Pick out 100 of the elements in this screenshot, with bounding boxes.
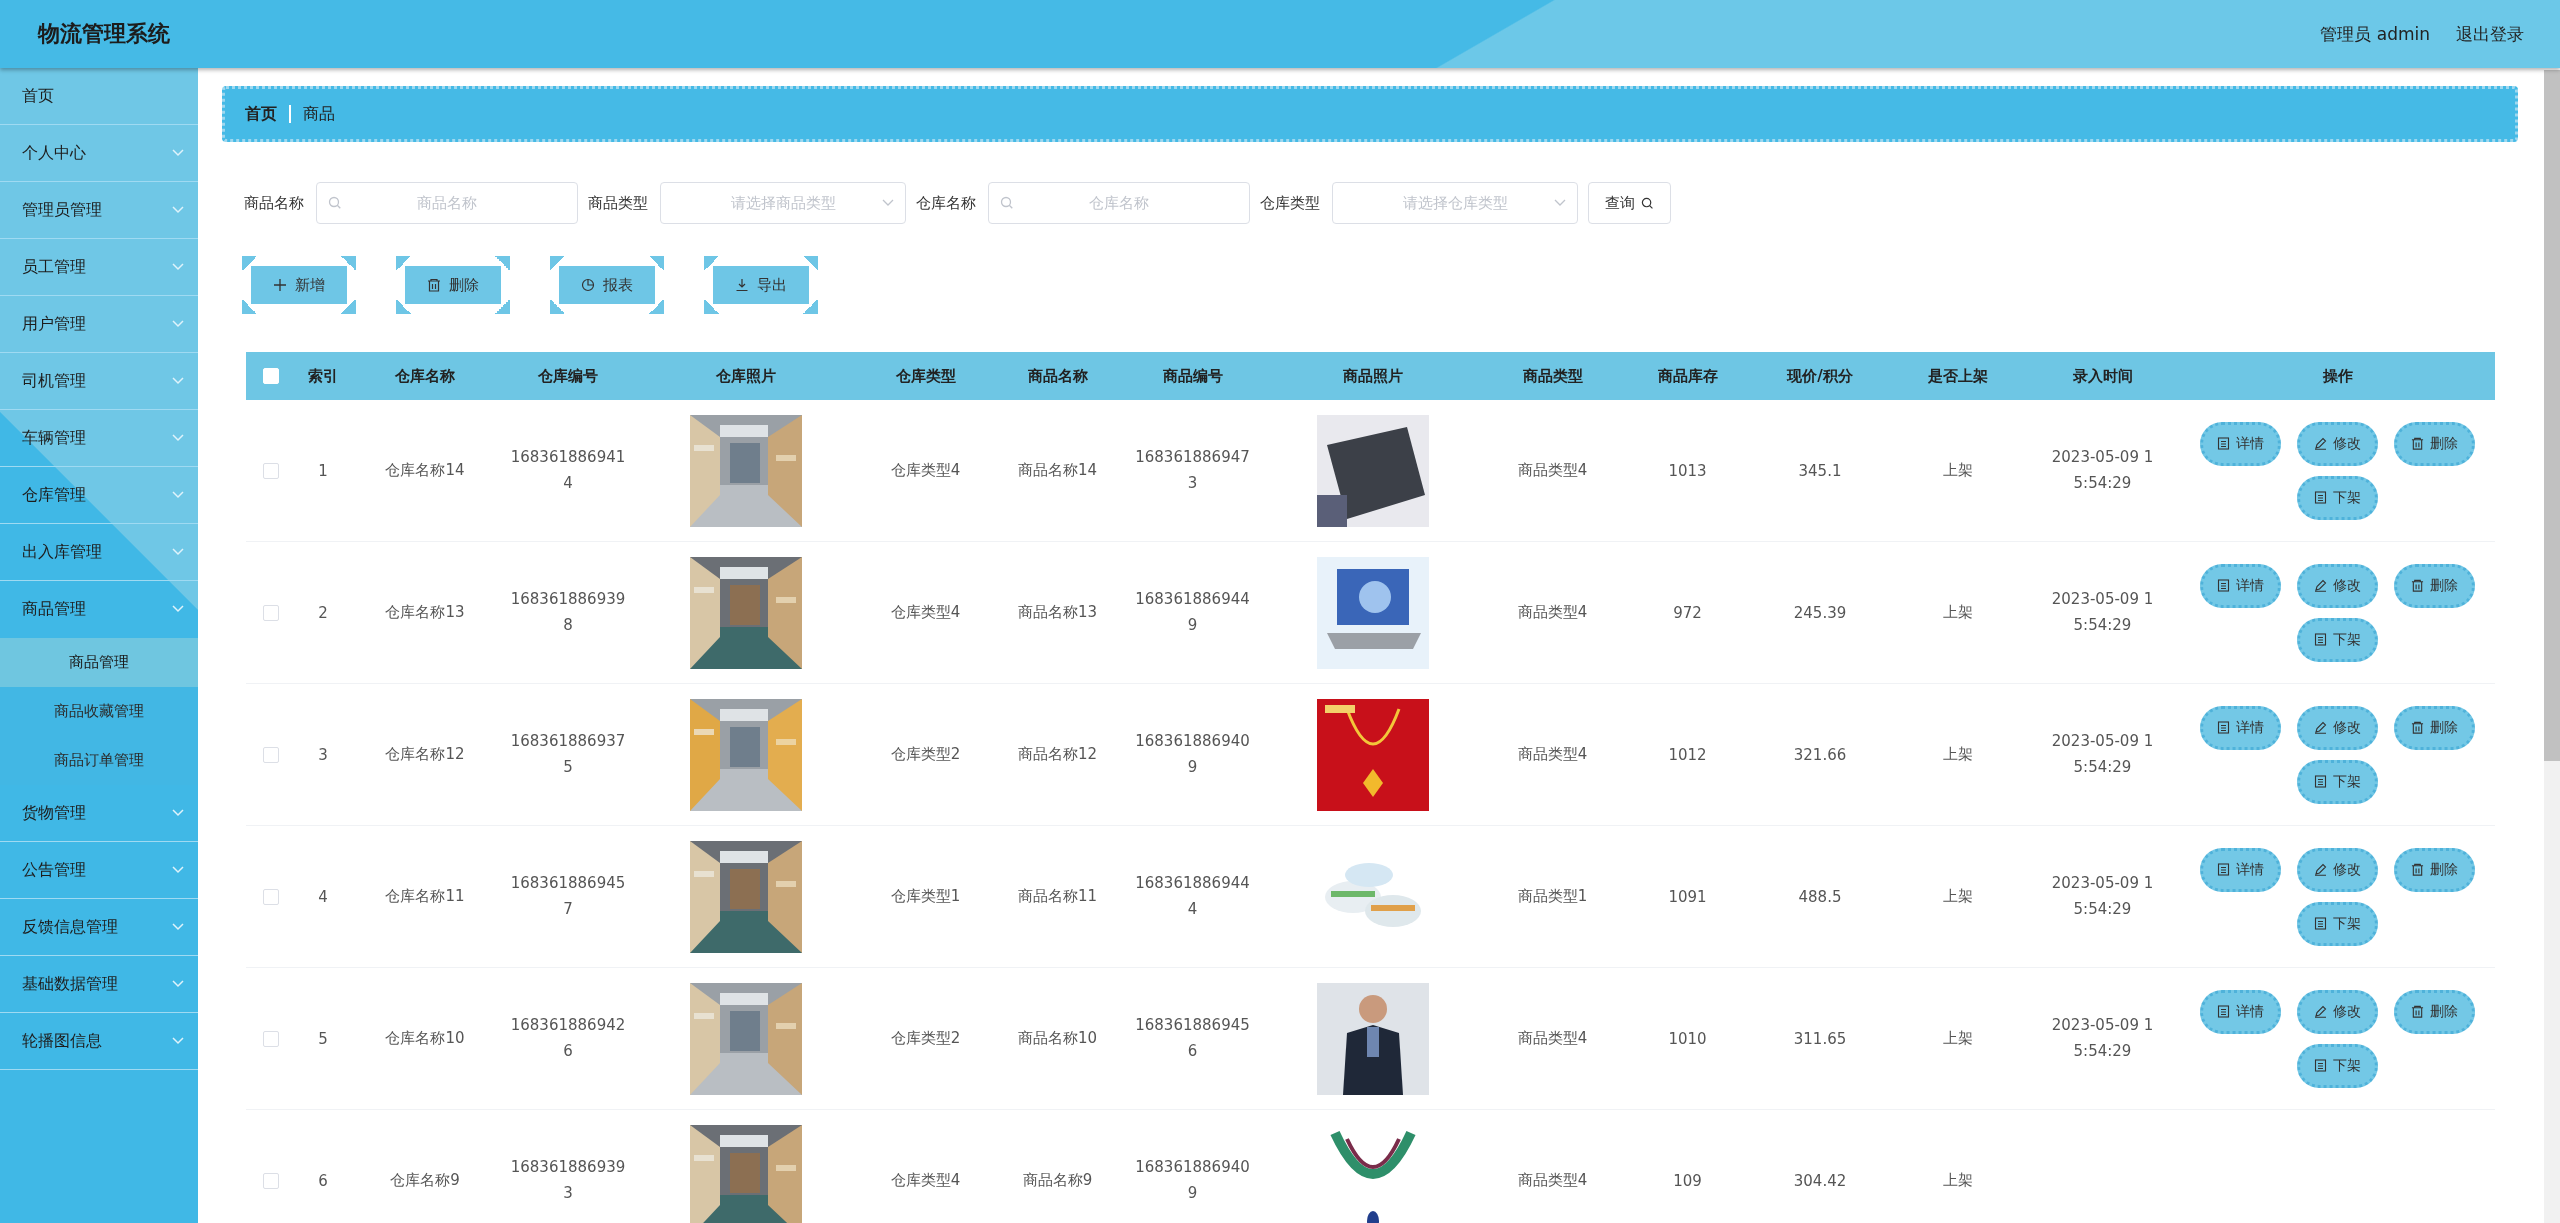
sidebar-item[interactable]: 公告管理 [0,842,198,899]
pencil-icon [2314,721,2327,734]
action-button[interactable]: 修改 [2297,989,2378,1034]
search-field[interactable]: 商品名称 [316,182,578,224]
column-header: 仓库名称 [394,365,456,387]
select-all-checkbox[interactable] [263,368,279,384]
table-cell: 3 [318,745,328,764]
sidebar-item[interactable]: 仓库管理 [0,467,198,524]
sidebar-item[interactable]: 司机管理 [0,353,198,410]
action-button[interactable]: 删除 [2394,705,2475,750]
row-checkbox[interactable] [263,1172,279,1189]
action-button[interactable]: 修改 [2297,563,2378,608]
table-cell: 商品名称13 [1017,603,1098,622]
table-cell-text: 1683618869409 [1134,731,1251,778]
table-cell: 仓库类型1 [890,887,961,906]
trash-icon [2411,863,2424,876]
column-header: 仓库编号 [537,365,599,387]
action-button[interactable]: 修改 [2297,705,2378,750]
pencil-icon [2314,863,2327,876]
table-cell-text: 2023-05-09 15:54:29 [2050,589,2155,636]
table-cell: 仓库名称11 [385,887,465,906]
table-cell: 仓库类型2 [890,745,961,764]
action-button[interactable]: 修改 [2297,847,2378,892]
toolbar-button[interactable]: 报表 [550,256,664,314]
chevron-down-icon [172,605,184,613]
sidebar-item[interactable]: 反馈信息管理 [0,899,198,956]
action-button[interactable]: 详情 [2200,563,2281,608]
action-button[interactable]: 删除 [2394,989,2475,1034]
column-header: 操作 [2321,365,2354,387]
table-cell: 仓库名称14 [385,461,465,480]
row-checkbox[interactable] [263,746,279,763]
column-header: 商品库存 [1656,365,1719,387]
select-field[interactable]: 请选择仓库类型 [1332,182,1578,224]
sidebar-item[interactable]: 员工管理 [0,239,198,296]
table-cell-text: 1683618869375 [509,731,627,778]
document-icon [2314,917,2327,930]
filter-label: 商品名称 [244,193,304,213]
row-checkbox[interactable] [263,1030,279,1047]
chevron-down-icon [172,548,184,556]
action-button[interactable]: 详情 [2200,847,2281,892]
table-cell: 上架 [1942,1171,1973,1190]
table-cell: 上架 [1942,461,1973,480]
table-cell-text: 1683618869457 [509,873,627,920]
pencil-icon [2314,579,2327,592]
action-button[interactable]: 删除 [2394,563,2475,608]
sidebar-item[interactable]: 车辆管理 [0,410,198,467]
sidebar-item[interactable]: 个人中心 [0,125,198,182]
toolbar-button[interactable]: 删除 [396,256,510,314]
action-button[interactable]: 下架 [2297,901,2378,946]
row-checkbox[interactable] [263,604,279,621]
column-header: 商品照片 [1341,365,1404,387]
trash-icon [2411,437,2424,450]
table-cell: 商品名称14 [1017,461,1098,480]
scrollbar[interactable] [2544,68,2560,1223]
submenu-item[interactable]: 商品管理 [0,638,198,687]
action-button[interactable]: 详情 [2200,421,2281,466]
chevron-down-icon [172,377,184,385]
table-cell: 上架 [1942,1029,1973,1048]
toolbar-button[interactable]: 导出 [704,256,818,314]
action-button[interactable]: 修改 [2297,421,2378,466]
sidebar-item[interactable]: 首页 [0,68,198,125]
sidebar-item[interactable]: 用户管理 [0,296,198,353]
row-checkbox[interactable] [263,462,279,479]
action-button[interactable]: 详情 [2200,989,2281,1034]
action-button[interactable]: 下架 [2297,475,2378,520]
column-header: 仓库照片 [715,365,777,387]
action-button[interactable]: 下架 [2297,1043,2378,1088]
table-cell-text: 1683618869393 [509,1157,627,1204]
logout-link[interactable]: 退出登录 [2456,22,2524,46]
table-cell-text: 2023-05-09 15:54:29 [2050,447,2155,494]
sidebar-item[interactable]: 出入库管理 [0,524,198,581]
action-button[interactable]: 删除 [2394,421,2475,466]
select-field[interactable]: 请选择商品类型 [660,182,906,224]
document-icon [2217,579,2230,592]
row-checkbox[interactable] [263,888,279,905]
toolbar-button[interactable]: 新增 [242,256,356,314]
table-cell: 345.1 [1798,461,1842,480]
sidebar-item[interactable]: 管理员管理 [0,182,198,239]
column-header: 现价/积分 [1785,365,1854,387]
action-button[interactable]: 下架 [2297,759,2378,804]
chevron-down-icon [172,866,184,874]
chevron-down-icon [882,199,894,207]
breadcrumb-link[interactable]: 首页 [245,103,277,125]
table-cell: 1010 [1668,1029,1707,1048]
table-cell: 商品类型4 [1517,603,1588,622]
pie-chart-icon [581,278,595,292]
filter-label: 商品类型 [588,193,648,213]
chevron-down-icon [1554,199,1566,207]
table-cell-text: 1683618869444 [1134,873,1251,920]
search-field[interactable]: 仓库名称 [988,182,1250,224]
sidebar-item[interactable]: 基础数据管理 [0,956,198,1013]
action-button[interactable]: 详情 [2200,705,2281,750]
table-cell: 商品名称11 [1017,887,1098,906]
sidebar-item[interactable]: 轮播图信息 [0,1013,198,1070]
sidebar-item[interactable]: 货物管理 [0,785,198,842]
pencil-icon [2314,437,2327,450]
breadcrumb-current[interactable]: 商品 [303,103,335,125]
action-button[interactable]: 下架 [2297,617,2378,662]
search-button[interactable]: 查询 [1588,182,1671,224]
action-button[interactable]: 删除 [2394,847,2475,892]
